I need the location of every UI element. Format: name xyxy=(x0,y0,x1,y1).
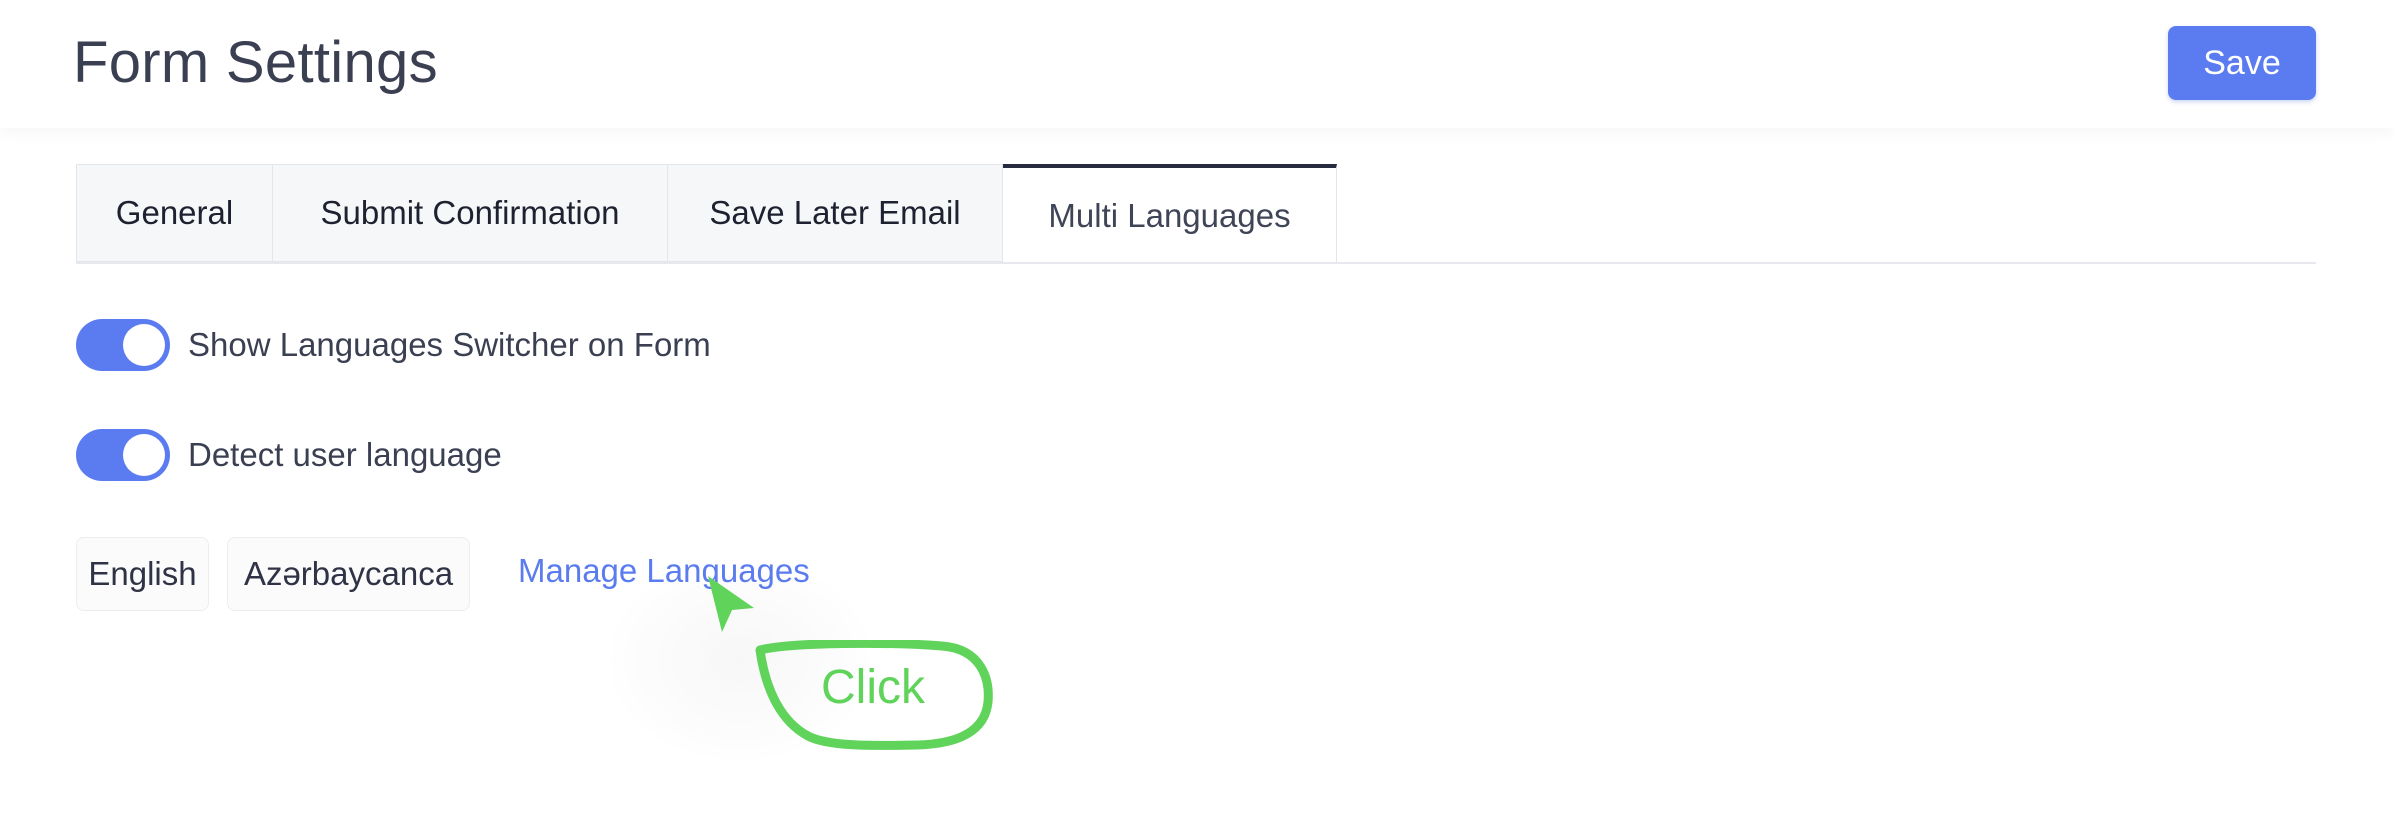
detect-language-row: Detect user language xyxy=(76,429,502,481)
tab-submit-confirmation[interactable]: Submit Confirmation xyxy=(273,164,668,262)
tabs-divider xyxy=(76,262,2316,264)
tab-multi-languages[interactable]: Multi Languages xyxy=(1003,164,1337,264)
page-title: Form Settings xyxy=(73,30,438,95)
settings-tabs: General Submit Confirmation Save Later E… xyxy=(76,164,1337,264)
tab-save-later-email[interactable]: Save Later Email xyxy=(668,164,1003,262)
toggle-knob xyxy=(123,434,165,476)
tab-general[interactable]: General xyxy=(76,164,273,262)
language-chip-azerbaijani[interactable]: Azərbaycanca xyxy=(227,537,470,611)
show-switcher-label: Show Languages Switcher on Form xyxy=(188,326,711,363)
page-header: Form Settings Save xyxy=(0,0,2394,128)
save-button[interactable]: Save xyxy=(2168,26,2316,100)
detect-language-label: Detect user language xyxy=(188,436,502,473)
show-switcher-toggle[interactable] xyxy=(76,319,170,371)
cursor-arrow-icon xyxy=(708,576,754,632)
click-annotation-label: Click xyxy=(821,661,925,714)
detect-language-toggle[interactable] xyxy=(76,429,170,481)
toggle-knob xyxy=(123,324,165,366)
language-chip-english[interactable]: English xyxy=(76,537,209,611)
show-switcher-row: Show Languages Switcher on Form xyxy=(76,319,711,371)
